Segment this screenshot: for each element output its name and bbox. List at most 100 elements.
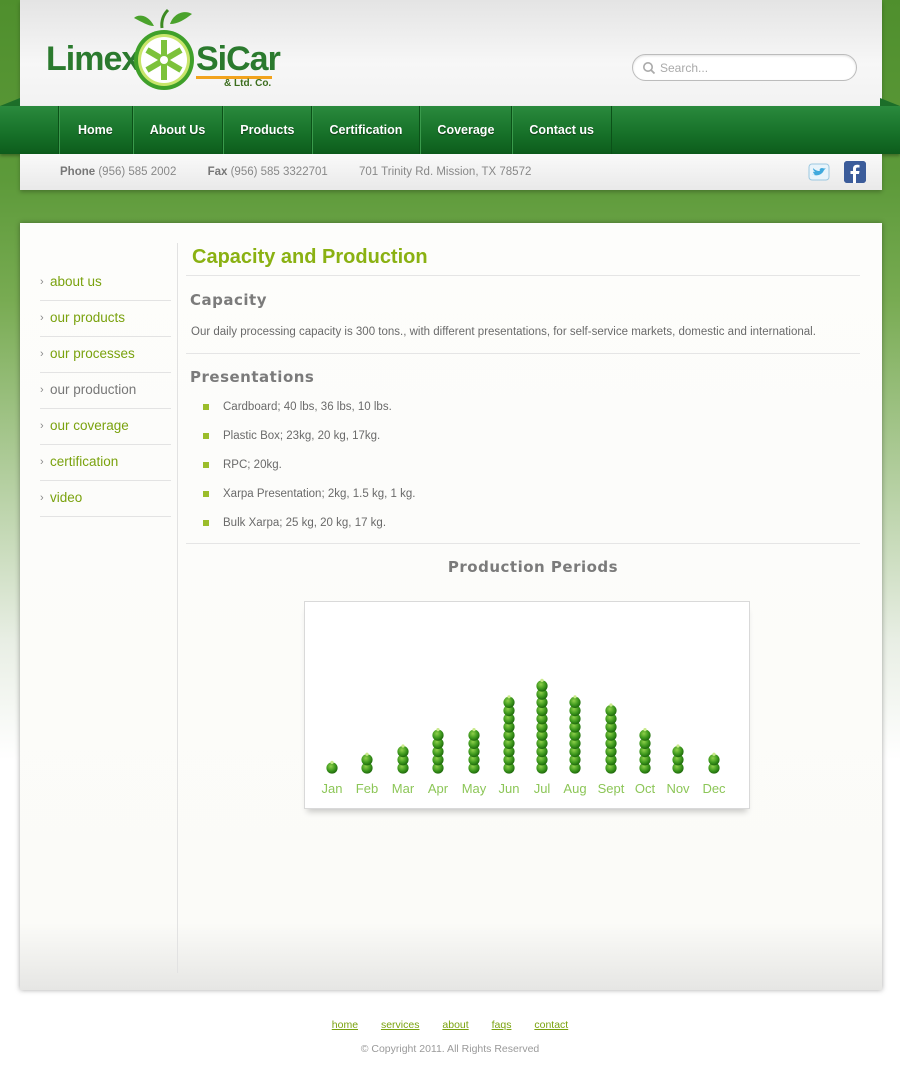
nav-certification[interactable]: Certification	[311, 106, 419, 154]
footer-links: home services about faqs contact	[0, 1019, 900, 1031]
chart-bead	[503, 696, 515, 708]
chart-bead	[432, 729, 444, 741]
twitter-icon[interactable]	[808, 161, 830, 183]
chart-bead-tip	[676, 744, 680, 748]
production-chart-svg: Jan Feb Mar Apr May Jun Jul Aug Sept Oct Nov Dec	[322, 678, 726, 796]
sidebar-item-our-coverage[interactable]: › our coverage	[40, 409, 171, 445]
chart-bead-tip	[401, 744, 405, 748]
chart-bar-may	[468, 728, 480, 774]
chart-x-label: Aug	[563, 781, 586, 796]
bullet-icon	[203, 462, 209, 468]
chart-bar-sept	[605, 703, 617, 774]
main-content-panel: › about us › our products › our processes ›…	[20, 223, 882, 990]
chart-bead-tip	[712, 752, 716, 756]
chart-x-label: Oct	[635, 781, 656, 796]
list-item: Plastic Box; 23kg, 20 kg, 17kg.	[203, 430, 860, 459]
sidebar-item-about-us[interactable]: › about us	[40, 265, 171, 301]
search-icon	[643, 62, 656, 75]
contact-bar: Phone (956) 585 2002 Fax (956) 585 33227…	[20, 154, 882, 190]
nav-home[interactable]: Home	[58, 106, 132, 154]
chart-x-label: May	[462, 781, 487, 796]
chevron-right-icon: ›	[40, 312, 44, 324]
chart-bead	[672, 746, 684, 758]
column-divider	[177, 243, 178, 973]
logo-suffix: & Ltd. Co.	[224, 78, 272, 89]
chart-bead	[708, 754, 720, 766]
chart-x-label: Feb	[356, 781, 378, 796]
site-header: Limex SiCar & Ltd. Co.	[20, 0, 882, 107]
chart-bead	[605, 705, 617, 717]
chart-bar-jul	[536, 678, 548, 774]
chart-x-label: Jun	[499, 781, 520, 796]
presentation-text: Bulk Xarpa; 25 kg, 20 kg, 17 kg.	[223, 517, 387, 529]
chart-bead-tip	[540, 678, 544, 682]
sidebar-item-label: our products	[50, 310, 126, 325]
lime-icon	[134, 8, 194, 90]
chevron-right-icon: ›	[40, 420, 44, 432]
sidebar-item-our-production[interactable]: › our production	[40, 373, 171, 409]
chevron-right-icon: ›	[40, 456, 44, 468]
footer-link-contact[interactable]: contact	[534, 1019, 568, 1031]
chart-bar-aug	[569, 695, 581, 774]
chart-x-label: Dec	[702, 781, 726, 796]
presentations-list: Cardboard; 40 lbs, 36 lbs, 10 lbs. Plast…	[203, 401, 860, 546]
list-item: Bulk Xarpa; 25 kg, 20 kg, 17 kg.	[203, 517, 860, 546]
chart-x-label: Jul	[534, 781, 551, 796]
chart-bead-tip	[507, 695, 511, 699]
page-title: Capacity and Production	[186, 243, 860, 276]
company-logo[interactable]: Limex SiCar & Ltd. Co.	[46, 8, 281, 98]
phone-label: Phone	[60, 166, 96, 178]
contact-info: Phone (956) 585 2002 Fax (956) 585 33227…	[60, 166, 545, 178]
chart-x-label: Apr	[428, 781, 449, 796]
chart-bead	[536, 680, 548, 692]
chart-bead	[468, 729, 480, 741]
chevron-right-icon: ›	[40, 492, 44, 504]
chart-bead-tip	[436, 728, 440, 732]
bullet-icon	[203, 491, 209, 497]
chart-bead-tip	[609, 703, 613, 707]
nav-coverage[interactable]: Coverage	[419, 106, 511, 154]
list-item: Xarpa Presentation; 2kg, 1.5 kg, 1 kg.	[203, 488, 860, 517]
chart-bead	[639, 729, 651, 741]
logo-word-limex: Limex	[46, 40, 140, 78]
logo-word-sicar: SiCar	[196, 40, 281, 78]
chevron-right-icon: ›	[40, 276, 44, 288]
fax-label: Fax	[207, 166, 228, 178]
chart-x-label: Nov	[666, 781, 690, 796]
bullet-icon	[203, 404, 209, 410]
sidebar-item-our-products[interactable]: › our products	[40, 301, 171, 337]
chart-title: Production Periods	[447, 558, 619, 576]
chart-bar-feb	[361, 752, 373, 774]
address: 701 Trinity Rd. Mission, TX 78572	[359, 166, 532, 178]
search-input[interactable]	[660, 58, 845, 77]
bullet-icon	[203, 433, 209, 439]
chart-bar-dec	[708, 752, 720, 774]
nav-contact-us[interactable]: Contact us	[511, 106, 612, 154]
capacity-text: Our daily processing capacity is 300 ton…	[191, 326, 816, 338]
chart-x-label: Sept	[598, 781, 625, 796]
footer-link-about[interactable]: about	[442, 1019, 468, 1031]
fax-number: (956) 585 3322701	[230, 166, 328, 178]
nav-products[interactable]: Products	[222, 106, 311, 154]
chart-bar-nov	[672, 744, 684, 774]
chart-bead	[397, 746, 409, 758]
facebook-icon[interactable]	[844, 161, 866, 183]
footer-link-home[interactable]: home	[332, 1019, 358, 1031]
chart-bar-oct	[639, 728, 651, 774]
presentation-text: Xarpa Presentation; 2kg, 1.5 kg, 1 kg.	[223, 488, 416, 500]
footer-link-services[interactable]: services	[381, 1019, 420, 1031]
sidebar-item-video[interactable]: › video	[40, 481, 171, 517]
chart-bead	[569, 696, 581, 708]
chevron-right-icon: ›	[40, 348, 44, 360]
nav-about-us[interactable]: About Us	[131, 106, 223, 154]
search-box[interactable]	[632, 54, 857, 81]
chart-bar-apr	[432, 728, 444, 774]
chart-bead	[361, 754, 373, 766]
chart-x-label: Jan	[322, 781, 343, 796]
chart-x-label: Mar	[392, 781, 415, 796]
sidebar-item-certification[interactable]: › certification	[40, 445, 171, 481]
footer-link-faqs[interactable]: faqs	[492, 1019, 512, 1031]
chart-bar-jun	[503, 695, 515, 774]
sidebar-item-our-processes[interactable]: › our processes	[40, 337, 171, 373]
sidebar-item-label: our production	[50, 382, 137, 397]
